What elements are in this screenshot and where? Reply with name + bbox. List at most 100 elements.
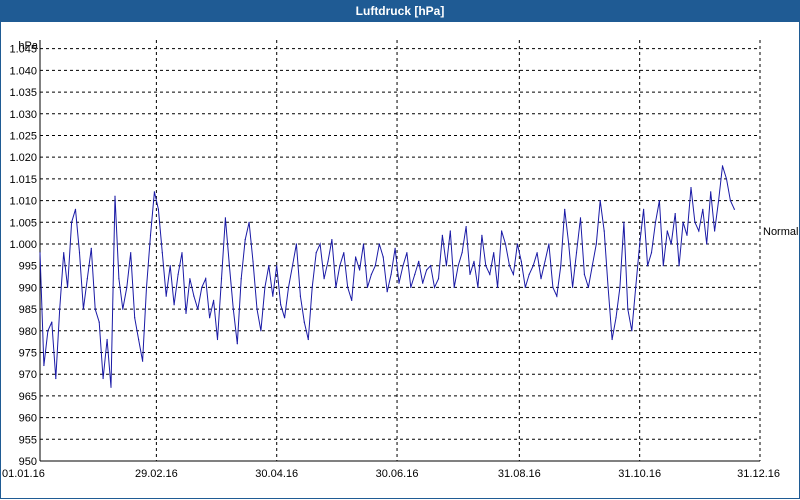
data-point: [299, 295, 301, 297]
data-point: [489, 273, 491, 275]
data-point: [347, 286, 349, 288]
data-point: [161, 252, 163, 254]
data-point: [473, 260, 475, 262]
data-point: [181, 252, 183, 254]
data-point: [110, 386, 112, 388]
data-point: [631, 330, 633, 332]
data-point: [433, 286, 436, 288]
data-point: [169, 265, 171, 267]
data-point: [59, 308, 61, 310]
data-point: [252, 260, 254, 262]
data-point: [662, 265, 664, 267]
data-point: [504, 243, 507, 245]
data-point: [284, 317, 286, 319]
data-point: [591, 265, 593, 267]
data-point: [173, 304, 175, 306]
data-point: [291, 265, 294, 267]
data-point: [351, 299, 353, 301]
data-point: [461, 252, 463, 254]
data-point: [718, 200, 720, 202]
data-point: [102, 377, 104, 380]
data-point: [130, 252, 132, 254]
line-chart: 1.0451.0401.0351.0301.0251.0201.0151.010…: [2, 40, 798, 480]
y-tick-label: 950: [19, 456, 37, 468]
data-point: [394, 247, 396, 249]
data-point: [153, 191, 155, 193]
data-point: [319, 243, 321, 245]
x-tick-label: 31.08.16: [498, 468, 541, 480]
data-point: [414, 273, 416, 275]
series-layer: [39, 165, 736, 388]
y-tick-label: 1.005: [9, 217, 37, 229]
data-point: [287, 286, 290, 288]
data-point: [418, 260, 420, 262]
data-point: [370, 273, 372, 275]
data-point: [359, 269, 361, 271]
y-tick-label: 985: [19, 304, 37, 316]
data-point: [71, 221, 73, 223]
data-point: [497, 286, 499, 288]
data-point: [686, 234, 688, 236]
data-point: [402, 265, 404, 267]
data-point: [374, 265, 376, 267]
data-point: [142, 360, 144, 362]
data-point: [264, 286, 266, 288]
data-point: [134, 317, 136, 319]
x-tick-label: 30.04.16: [255, 468, 298, 480]
y-tick-label: 970: [19, 369, 37, 381]
data-point: [575, 252, 578, 254]
data-point: [224, 217, 226, 219]
data-point: [647, 265, 649, 267]
data-point: [386, 291, 388, 293]
data-point: [295, 243, 297, 245]
data-point: [228, 265, 230, 267]
data-point: [244, 239, 246, 241]
data-point: [579, 217, 582, 219]
x-tick-label: 01.01.16: [2, 468, 45, 480]
data-point: [145, 286, 148, 288]
data-point: [343, 252, 345, 254]
data-point: [323, 278, 325, 280]
data-point: [564, 208, 566, 210]
data-point: [303, 321, 305, 323]
data-point: [268, 265, 270, 267]
data-point: [615, 317, 617, 319]
data-point: [213, 299, 215, 301]
data-point: [698, 230, 700, 232]
data-point: [355, 256, 357, 258]
data-point: [260, 330, 262, 332]
data-point: [654, 221, 657, 223]
y-tick-label: 955: [19, 434, 37, 446]
data-point: [572, 286, 574, 288]
data-point: [138, 338, 140, 341]
data-point: [422, 282, 424, 284]
data-point: [690, 187, 692, 189]
data-point: [635, 286, 637, 288]
data-point: [611, 338, 613, 341]
data-point: [39, 252, 41, 254]
data-point: [197, 308, 199, 310]
y-tick-label: 990: [19, 282, 37, 294]
data-point: [674, 213, 676, 215]
data-point: [729, 200, 732, 202]
series-line: [39, 165, 735, 388]
data-point: [714, 230, 716, 232]
y-tick-label: 1.010: [9, 196, 37, 208]
data-point: [311, 286, 313, 288]
data-point: [86, 278, 88, 280]
y-axis-label: hPa: [18, 40, 38, 52]
data-point: [556, 295, 558, 297]
data-point: [114, 195, 116, 197]
y-tick-label: 995: [19, 261, 37, 273]
y-tick-label: 1.040: [9, 65, 37, 77]
y-tick-label: 1.020: [9, 152, 37, 164]
data-point: [149, 234, 152, 236]
data-point: [78, 252, 81, 254]
data-point: [335, 286, 337, 288]
data-point: [406, 252, 408, 254]
x-tick-label: 31.12.16: [737, 468, 780, 480]
data-point: [106, 338, 108, 341]
data-point: [607, 286, 609, 288]
data-point: [733, 208, 736, 210]
data-point: [201, 286, 203, 288]
